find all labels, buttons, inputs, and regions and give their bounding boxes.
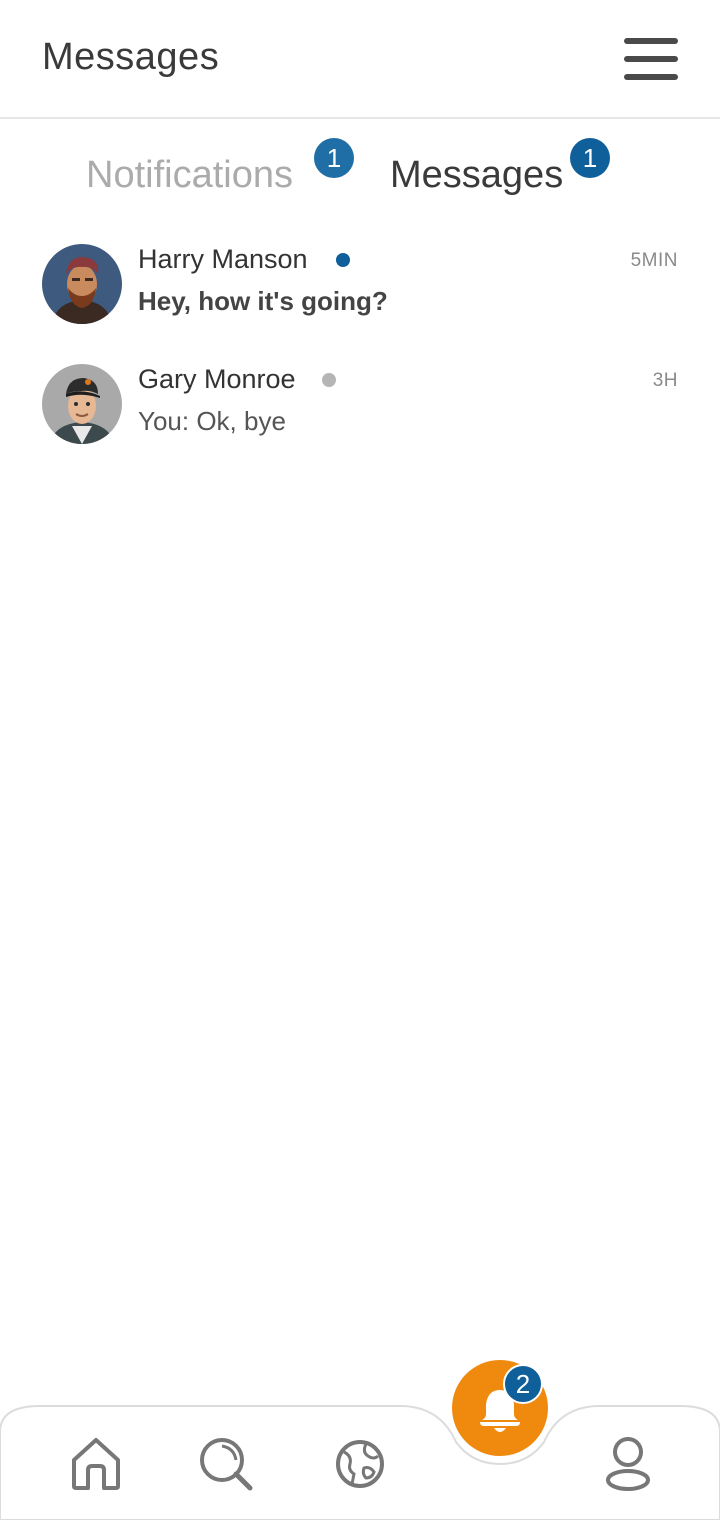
app-header: Messages <box>0 0 720 119</box>
conversation-item[interactable]: Gary Monroe 3H You: Ok, bye <box>0 360 720 460</box>
globe-icon[interactable] <box>334 1438 386 1490</box>
contact-name: Harry Manson <box>138 244 308 274</box>
offline-status-dot <box>322 373 336 387</box>
page-title: Messages <box>42 36 220 78</box>
conversation-item[interactable]: Harry Manson 5MIN Hey, how it's going? <box>0 240 720 340</box>
message-timestamp: 5MIN <box>630 250 678 271</box>
online-status-dot <box>336 253 350 267</box>
tab-notifications[interactable]: Notifications <box>86 154 293 197</box>
message-preview: Hey, how it's going? <box>138 286 388 316</box>
contact-name: Gary Monroe <box>138 364 296 394</box>
notifications-count-badge: 1 <box>314 138 354 178</box>
avatar <box>42 364 122 444</box>
notification-count-badge: 2 <box>503 1364 543 1404</box>
hamburger-menu-icon[interactable] <box>622 36 680 82</box>
messages-count-badge: 1 <box>570 138 610 178</box>
tab-messages[interactable]: Messages <box>390 154 563 197</box>
home-icon[interactable] <box>70 1436 122 1492</box>
message-preview: You: Ok, bye <box>138 406 286 436</box>
message-timestamp: 3H <box>652 370 678 391</box>
avatar <box>42 244 122 324</box>
search-icon[interactable] <box>198 1436 254 1492</box>
profile-icon[interactable] <box>602 1436 654 1494</box>
